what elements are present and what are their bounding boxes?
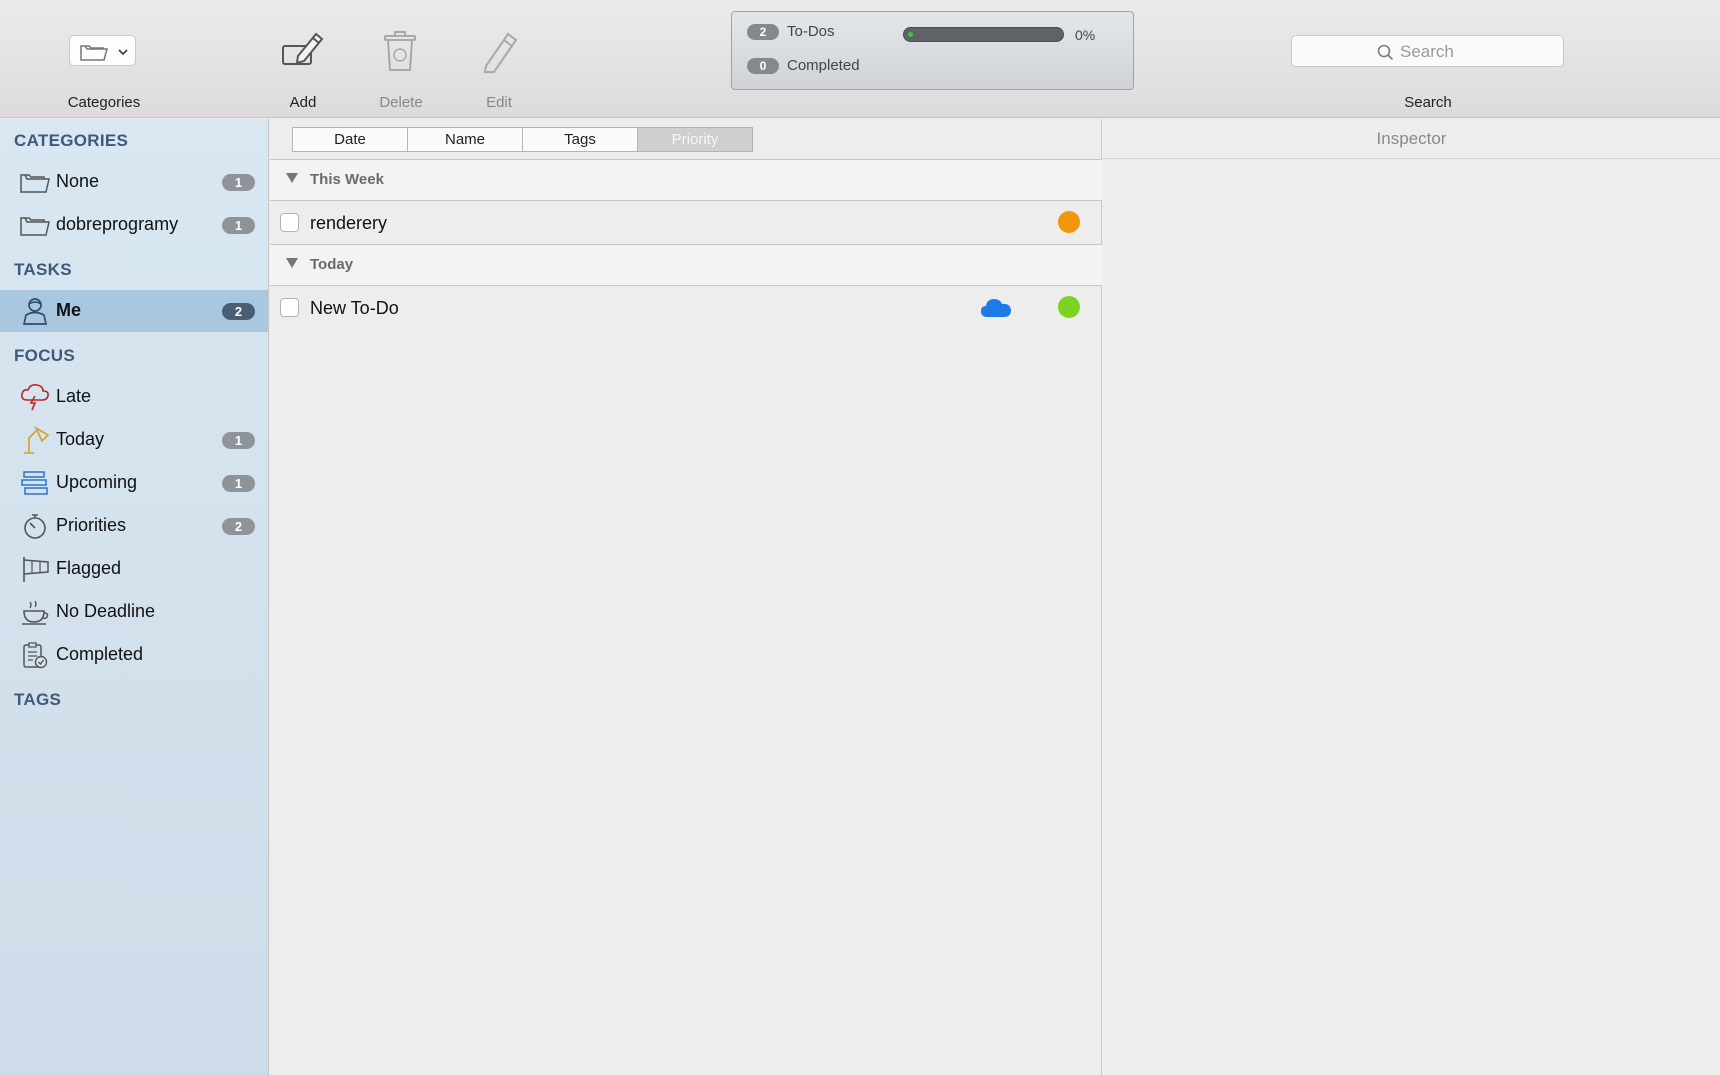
progress-percent: 0% <box>1075 27 1096 43</box>
storm-cloud-icon <box>21 384 49 411</box>
sort-by-name-button[interactable]: Name <box>407 127 523 152</box>
sort-bar: Date Name Tags Priority <box>292 127 753 152</box>
cloud-icon <box>981 299 1011 317</box>
count-badge: 1 <box>222 174 255 191</box>
sort-by-date-button[interactable]: Date <box>292 127 408 152</box>
sidebar-item-dobreprogramy[interactable]: dobreprogramy 1 <box>0 204 268 246</box>
inspector-panel: Inspector <box>1103 119 1720 1075</box>
chevron-down-icon <box>118 49 128 56</box>
sidebar-item-none[interactable]: None 1 <box>0 161 268 203</box>
clipboard-check-icon <box>23 642 48 669</box>
sidebar-item-label: Late <box>56 386 92 406</box>
sidebar-item-label: Priorities <box>56 515 127 535</box>
stack-icon <box>21 471 48 495</box>
count-badge: 2 <box>222 303 255 320</box>
toolbar: Categories Add Delete Edit 2 To-Dos 0 Co… <box>0 0 1720 118</box>
todos-count-badge: 2 <box>747 24 779 40</box>
group-header-this-week[interactable]: This Week <box>270 160 1102 200</box>
sidebar-item-completed[interactable]: Completed <box>0 634 268 676</box>
task-checkbox[interactable] <box>280 298 299 317</box>
sidebar-item-priorities[interactable]: Priorities 2 <box>0 505 268 547</box>
task-title: New To-Do <box>310 298 399 318</box>
stopwatch-icon <box>24 514 46 539</box>
coffee-cup-icon <box>22 600 49 625</box>
group-header-today[interactable]: Today <box>270 245 1102 285</box>
count-badge: 1 <box>222 432 255 449</box>
sidebar-item-no-deadline[interactable]: No Deadline <box>0 591 268 633</box>
sort-by-priority-button[interactable]: Priority <box>637 127 753 152</box>
sidebar-item-label: Me <box>56 300 82 320</box>
sidebar-item-flagged[interactable]: Flagged <box>0 548 268 590</box>
todos-label: To-Dos <box>787 23 835 40</box>
edit-button-label[interactable]: Edit <box>474 94 524 111</box>
folder-icon <box>20 217 50 236</box>
task-row[interactable]: renderery <box>270 201 1102 244</box>
sidebar-item-label: Completed <box>56 644 144 664</box>
add-button-label[interactable]: Add <box>276 94 330 111</box>
trash-icon[interactable] <box>375 26 425 76</box>
sidebar: CATEGORIES None 1 dobreprogramy 1 TASKS … <box>0 119 269 1075</box>
sidebar-item-label: Flagged <box>56 558 122 578</box>
sidebar-item-late[interactable]: Late <box>0 376 268 418</box>
disclosure-triangle-icon[interactable] <box>286 173 298 183</box>
sort-by-tags-button[interactable]: Tags <box>522 127 638 152</box>
count-badge: 1 <box>222 475 255 492</box>
folder-icon <box>80 45 108 61</box>
sidebar-item-label: None <box>56 171 100 191</box>
disclosure-triangle-icon[interactable] <box>286 258 298 268</box>
sidebar-item-label: Today <box>56 429 105 449</box>
completed-count-badge: 0 <box>747 58 779 74</box>
count-badge: 2 <box>222 518 255 535</box>
sidebar-item-me[interactable]: Me 2 <box>0 290 268 332</box>
folder-icon <box>20 174 50 193</box>
task-row[interactable]: New To-Do <box>270 286 1102 329</box>
tasks-header: TASKS <box>14 260 72 279</box>
priority-dot-icon <box>1058 296 1080 318</box>
count-badge: 1 <box>222 217 255 234</box>
focus-header: FOCUS <box>14 346 75 365</box>
sidebar-item-label: No Deadline <box>56 601 156 621</box>
delete-button-label[interactable]: Delete <box>370 94 432 111</box>
task-list: Date Name Tags Priority This Week render… <box>270 119 1102 1075</box>
categories-label: Categories <box>67 94 141 111</box>
sidebar-item-label: dobreprogramy <box>56 214 179 234</box>
edit-pen-icon[interactable] <box>474 26 524 76</box>
sidebar-item-upcoming[interactable]: Upcoming 1 <box>0 462 268 504</box>
desk-lamp-icon <box>24 426 50 454</box>
search-icon <box>1377 44 1394 61</box>
task-checkbox[interactable] <box>280 213 299 232</box>
completed-label: Completed <box>787 57 860 74</box>
windsock-flag-icon <box>23 557 49 582</box>
task-title: renderery <box>310 213 388 233</box>
priority-dot-icon <box>1058 211 1080 233</box>
progress-bar <box>903 27 1064 42</box>
person-icon <box>22 298 48 325</box>
categories-popup-button[interactable] <box>69 35 136 66</box>
sidebar-item-today[interactable]: Today 1 <box>0 419 268 461</box>
categories-header: CATEGORIES <box>14 131 129 150</box>
search-input[interactable]: Search <box>1291 35 1564 67</box>
group-label: This Week <box>310 171 384 188</box>
add-pencil-icon[interactable] <box>278 26 328 76</box>
sidebar-item-label: Upcoming <box>56 472 138 492</box>
progress-fill <box>908 32 913 37</box>
inspector-title: Inspector <box>1103 119 1720 159</box>
group-label: Today <box>310 256 354 273</box>
tags-header: TAGS <box>14 690 62 709</box>
search-placeholder: Search <box>1400 42 1454 61</box>
search-label: Search <box>1404 94 1452 111</box>
